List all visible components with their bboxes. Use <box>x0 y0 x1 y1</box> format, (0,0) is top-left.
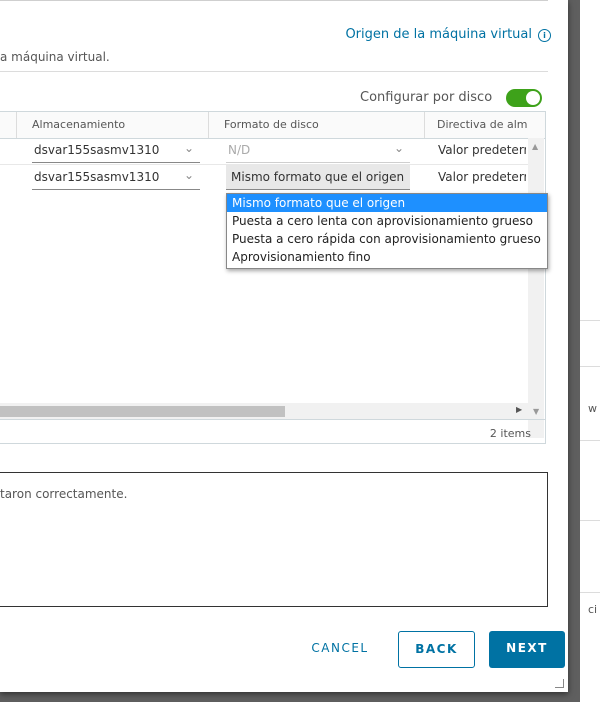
storage-policy-value: Valor predeterr <box>438 170 526 184</box>
next-button[interactable]: NEXT <box>489 631 565 668</box>
step-description: a máquina virtual. <box>0 50 110 64</box>
cancel-button[interactable]: CANCEL <box>300 631 380 668</box>
column-header-disk-format[interactable]: Formato de disco <box>224 118 319 131</box>
chevron-down-icon: ⌄ <box>394 141 405 155</box>
disk-format-select[interactable]: Mismo formato que el origen <box>226 165 410 190</box>
disk-format-option[interactable]: Puesta a cero lenta con aprovisionamient… <box>227 212 547 230</box>
background-panel <box>580 0 600 702</box>
toggle-knob <box>526 91 540 105</box>
column-divider[interactable] <box>424 112 425 138</box>
background-text-fragment: ci <box>588 603 598 616</box>
items-count: 2 items <box>489 427 531 440</box>
chevron-down-icon: ⌄ <box>184 141 195 155</box>
background-divider <box>580 592 600 593</box>
disk-format-value: Mismo formato que el origen <box>231 170 405 184</box>
background-text-fragment: w <box>588 402 597 415</box>
storage-select[interactable]: dsvar155sasmv1310 ⌄ <box>32 165 200 190</box>
info-icon[interactable]: i <box>538 29 551 42</box>
status-message-box: taron correctamente. <box>0 472 548 607</box>
scroll-down-icon[interactable]: ▼ <box>533 407 539 416</box>
scroll-right-icon[interactable]: ▶ <box>516 405 522 414</box>
disk-format-option[interactable]: Puesta a cero rápida con aprovisionamien… <box>227 230 547 248</box>
column-divider[interactable] <box>208 112 209 138</box>
grid-footer: 2 items <box>0 419 545 446</box>
chevron-down-icon: ⌄ <box>184 168 195 182</box>
column-header-storage-policy[interactable]: Directiva de alm <box>437 118 528 131</box>
table-row[interactable]: dsvar155sasmv1310 ⌄ Mismo formato que el… <box>0 165 545 191</box>
grid-header: Almacenamiento Formato de disco Directiv… <box>0 112 545 139</box>
background-divider <box>580 366 600 367</box>
disk-format-select: N/D ⌄ <box>226 138 410 163</box>
disk-format-option[interactable]: Aprovisionamiento fino <box>227 248 547 266</box>
back-button[interactable]: BACK <box>398 631 475 668</box>
storage-value: dsvar155sasmv1310 <box>34 143 160 157</box>
configure-per-disk-toggle[interactable] <box>506 89 542 107</box>
disk-format-options-list: Mismo formato que el origen Puesta a cer… <box>226 193 548 269</box>
disk-format-value: N/D <box>228 143 251 157</box>
clone-vm-dialog: Origen de la máquina virtual i a máquina… <box>0 0 568 692</box>
table-row[interactable]: dsvar155sasmv1310 ⌄ N/D ⌄ Valor predeter… <box>0 138 545 164</box>
scroll-up-icon[interactable]: ▲ <box>532 142 538 151</box>
horizontal-scrollbar[interactable]: ▶ <box>0 403 528 419</box>
column-divider[interactable] <box>16 112 17 138</box>
horizontal-scroll-thumb[interactable] <box>0 406 285 417</box>
storage-value: dsvar155sasmv1310 <box>34 170 160 184</box>
background-divider <box>580 520 600 521</box>
status-message: taron correctamente. <box>0 487 128 501</box>
section-divider <box>0 71 548 72</box>
vertical-scrollbar[interactable]: ▲ <box>528 138 544 438</box>
background-divider <box>580 320 600 321</box>
resize-grip-icon[interactable] <box>555 679 564 688</box>
background-divider <box>580 440 600 441</box>
configure-per-disk-label: Configurar por disco <box>360 90 493 105</box>
disk-grid: Almacenamiento Formato de disco Directiv… <box>0 111 546 444</box>
column-header-storage[interactable]: Almacenamiento <box>32 118 125 131</box>
disk-format-option[interactable]: Mismo formato que el origen <box>227 194 547 212</box>
vm-origin-link[interactable]: Origen de la máquina virtual <box>345 27 532 42</box>
dialog-top-border <box>0 0 548 1</box>
storage-select[interactable]: dsvar155sasmv1310 ⌄ <box>32 138 200 163</box>
storage-policy-value: Valor predeterr <box>438 143 526 157</box>
